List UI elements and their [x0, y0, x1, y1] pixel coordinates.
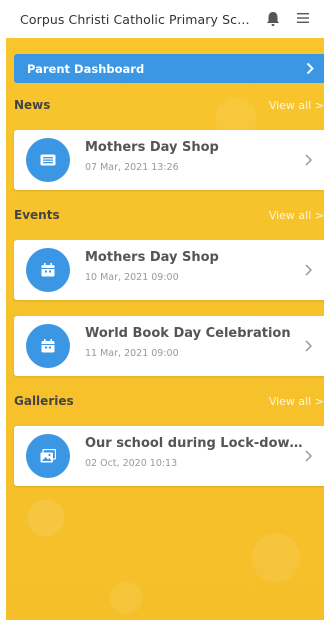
calendar-icon: [26, 324, 70, 368]
chevron-right-icon: [305, 450, 312, 462]
news-view-all-link[interactable]: View all >: [269, 99, 324, 112]
news-section-header: News View all >: [6, 96, 324, 116]
gallery-item-date: 02 Oct, 2020 10:13: [85, 458, 178, 469]
news-item-card[interactable]: Mothers Day Shop 07 Mar, 2021 13:26: [14, 130, 324, 190]
chevron-right-icon: [305, 264, 312, 276]
galleries-view-all-link[interactable]: View all >: [269, 395, 324, 408]
gallery-item-card[interactable]: Our school during Lock-down ... 02 Oct, …: [14, 426, 324, 486]
galleries-section-title: Galleries: [14, 394, 74, 408]
events-section-title: Events: [14, 208, 60, 222]
parent-dashboard-button[interactable]: Parent Dashboard: [14, 54, 324, 83]
dashboard-content: Parent Dashboard News View all > Mothers…: [6, 38, 324, 620]
event-item-title: World Book Day Celebration: [85, 326, 291, 341]
events-view-all-link[interactable]: View all >: [269, 209, 324, 222]
bell-icon[interactable]: [266, 11, 280, 27]
news-item-title: Mothers Day Shop: [85, 140, 219, 155]
event-item-card[interactable]: Mothers Day Shop 10 Mar, 2021 09:00: [14, 240, 324, 300]
chevron-right-icon: [306, 62, 314, 75]
news-item-date: 07 Mar, 2021 13:26: [85, 162, 179, 173]
calendar-icon: [26, 248, 70, 292]
news-section-title: News: [14, 98, 51, 112]
events-section-header: Events View all >: [6, 206, 324, 226]
chevron-right-icon: [305, 340, 312, 352]
newspaper-icon: [26, 138, 70, 182]
event-item-date: 11 Mar, 2021 09:00: [85, 348, 179, 359]
chevron-right-icon: [305, 154, 312, 166]
photo-gallery-icon: [26, 434, 70, 478]
hamburger-menu-icon[interactable]: [297, 12, 309, 24]
event-item-card[interactable]: World Book Day Celebration 11 Mar, 2021 …: [14, 316, 324, 376]
event-item-title: Mothers Day Shop: [85, 250, 219, 265]
gallery-item-title: Our school during Lock-down ...: [85, 436, 305, 451]
event-item-date: 10 Mar, 2021 09:00: [85, 272, 179, 283]
app-title: Corpus Christi Catholic Primary School: [20, 11, 255, 27]
top-bar: Corpus Christi Catholic Primary School: [0, 0, 324, 38]
parent-dashboard-label: Parent Dashboard: [27, 61, 145, 76]
galleries-section-header: Galleries View all >: [6, 392, 324, 412]
